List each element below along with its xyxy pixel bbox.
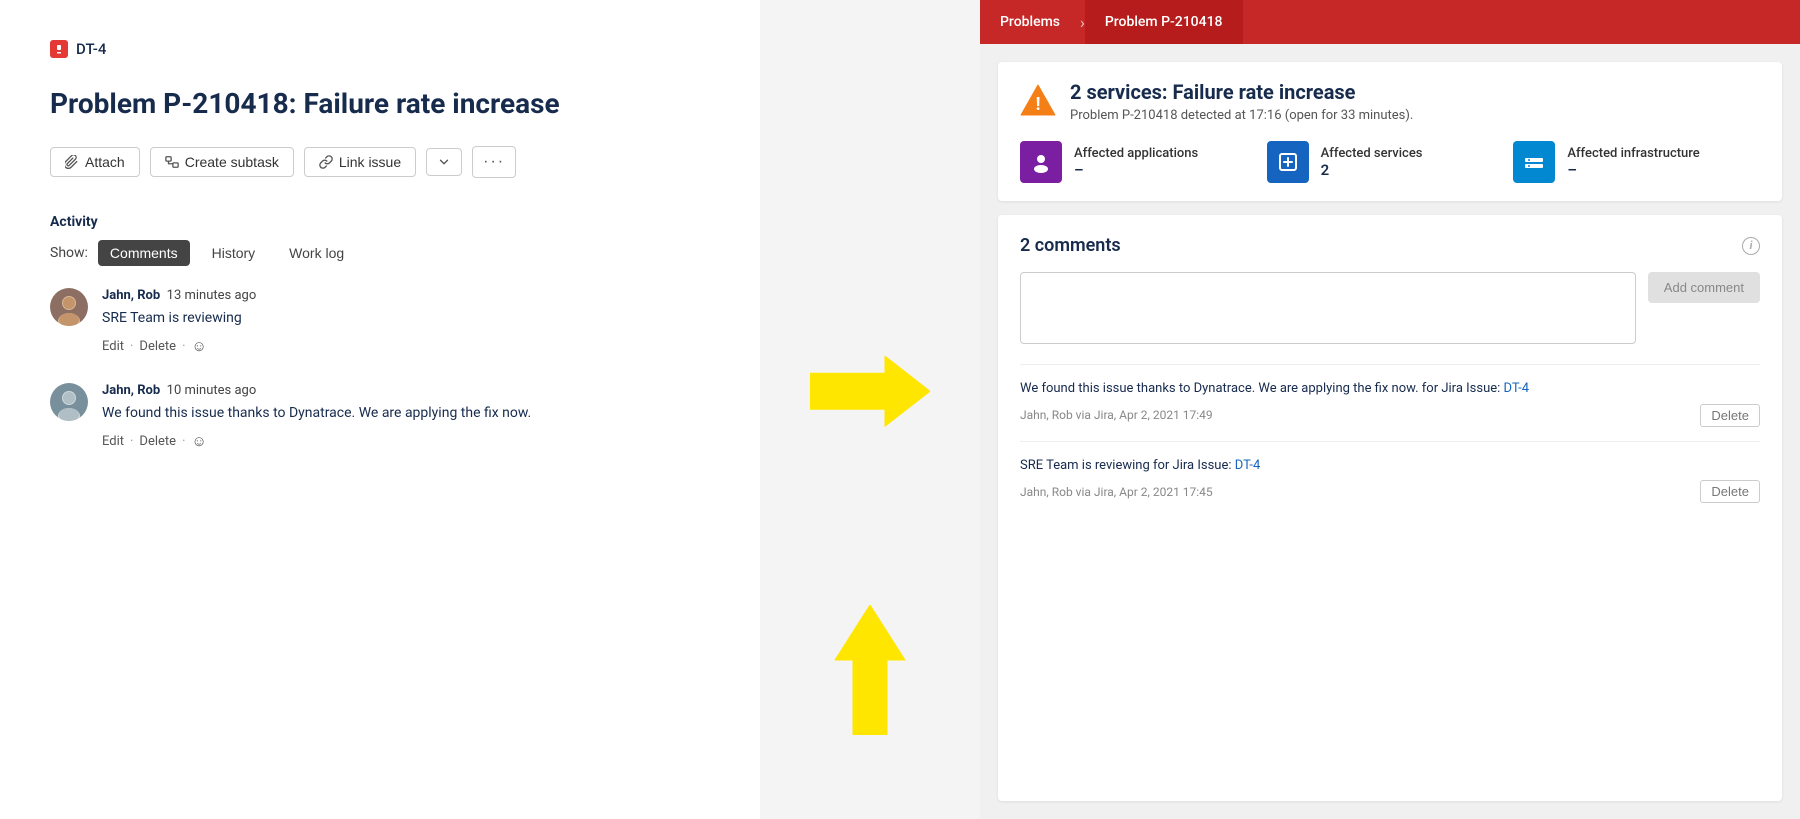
problem-card: ! 2 services: Failure rate increase Prob…: [998, 62, 1782, 201]
comment-text: SRE Team is reviewing: [102, 308, 710, 329]
comment-item: Jahn, Rob 13 minutes ago SRE Team is rev…: [50, 288, 710, 355]
problem-title: 2 services: Failure rate increase: [1070, 80, 1413, 104]
comment-body: Jahn, Rob 13 minutes ago SRE Team is rev…: [102, 288, 710, 355]
comment-text-2: We found this issue thanks to Dynatrace.…: [102, 403, 710, 424]
subtask-icon: [165, 155, 179, 169]
ellipsis-icon: ···: [483, 153, 505, 171]
comment-author-2: Jahn, Rob: [102, 383, 160, 398]
warning-triangle-icon: !: [1020, 82, 1056, 118]
link-icon: [319, 155, 333, 169]
arrow-section: [760, 0, 980, 819]
left-panel: DT-4 Problem P-210418: Failure rate incr…: [0, 0, 760, 819]
delete-link[interactable]: Delete: [139, 339, 176, 354]
dt-comment-link-1[interactable]: DT-4: [1504, 381, 1530, 396]
issue-id-text: DT-4: [76, 40, 106, 58]
edit-link-2[interactable]: Edit: [102, 434, 124, 449]
toolbar: Attach Create subtask Link issue ···: [50, 146, 710, 178]
add-comment-button[interactable]: Add comment: [1648, 272, 1760, 303]
separator-4: ·: [182, 434, 185, 449]
comments-card: 2 comments i Add comment We found this i…: [998, 215, 1782, 801]
infrastructure-value: –: [1567, 161, 1699, 179]
applications-value: –: [1074, 161, 1198, 179]
comment-time-2: 10 minutes ago: [167, 383, 257, 398]
tab-worklog[interactable]: Work log: [277, 240, 356, 266]
comment-item-2: Jahn, Rob 10 minutes ago We found this i…: [50, 383, 710, 450]
impact-infrastructure: Affected infrastructure –: [1513, 141, 1760, 183]
dt-comment-text-1: We found this issue thanks to Dynatrace.…: [1020, 379, 1760, 399]
services-value: 2: [1321, 161, 1423, 179]
comment-input-row: Add comment: [1020, 272, 1760, 344]
tab-comments[interactable]: Comments: [98, 240, 190, 266]
delete-link-2[interactable]: Delete: [139, 434, 176, 449]
dt-comment-meta-row-1: Jahn, Rob via Jira, Apr 2, 2021 17:49 De…: [1020, 404, 1760, 427]
emoji-reaction-button[interactable]: ☺: [191, 337, 206, 355]
activity-label: Activity: [50, 214, 710, 230]
separator2: ·: [182, 339, 185, 354]
activity-section: Activity Show: Comments History Work log…: [50, 214, 710, 450]
attach-icon: [65, 155, 79, 169]
chevron-down-icon: [437, 155, 451, 169]
create-subtask-button[interactable]: Create subtask: [150, 147, 294, 177]
more-actions-dropdown-button[interactable]: [426, 148, 462, 176]
svg-text:!: !: [1036, 94, 1041, 115]
breadcrumb-problems[interactable]: Problems: [980, 0, 1080, 44]
services-label: Affected services: [1321, 146, 1423, 161]
infrastructure-label: Affected infrastructure: [1567, 146, 1699, 161]
infrastructure-icon: [1513, 141, 1555, 183]
overflow-menu-button[interactable]: ···: [472, 146, 516, 178]
issue-id-row: DT-4: [50, 40, 710, 58]
dt-comment-item-1: We found this issue thanks to Dynatrace.…: [1020, 364, 1760, 441]
attach-button[interactable]: Attach: [50, 147, 140, 177]
show-row: Show: Comments History Work log: [50, 240, 710, 266]
services-info: Affected services 2: [1321, 146, 1423, 179]
comment-meta-2: Jahn, Rob 10 minutes ago: [102, 383, 710, 398]
impact-services: Affected services 2: [1267, 141, 1514, 183]
breadcrumb-bar: Problems › Problem P-210418: [980, 0, 1800, 44]
services-icon: [1267, 141, 1309, 183]
dt-comment-meta-1: Jahn, Rob via Jira, Apr 2, 2021 17:49: [1020, 408, 1213, 422]
dt-comment-text-2: SRE Team is reviewing for Jira Issue: DT…: [1020, 456, 1760, 476]
comment-author: Jahn, Rob: [102, 288, 160, 303]
applications-icon: [1020, 141, 1062, 183]
avatar-2: [50, 383, 88, 421]
breadcrumb-problem-id[interactable]: Problem P-210418: [1085, 0, 1243, 44]
infrastructure-info: Affected infrastructure –: [1567, 146, 1699, 179]
arrow-up: [830, 605, 910, 739]
impact-row: Affected applications – Affected service…: [1020, 141, 1760, 183]
comment-actions: Edit · Delete · ☺: [102, 337, 710, 355]
edit-link[interactable]: Edit: [102, 339, 124, 354]
dt-comment-link-2[interactable]: DT-4: [1235, 458, 1261, 473]
dt-comment-meta-row-2: Jahn, Rob via Jira, Apr 2, 2021 17:45 De…: [1020, 480, 1760, 503]
issue-type-icon: [50, 40, 68, 58]
applications-info: Affected applications –: [1074, 146, 1198, 179]
info-icon[interactable]: i: [1742, 237, 1760, 255]
impact-applications: Affected applications –: [1020, 141, 1267, 183]
dt-comment-item-2: SRE Team is reviewing for Jira Issue: DT…: [1020, 441, 1760, 518]
comments-header: 2 comments i: [1020, 235, 1760, 256]
dt-comment-meta-2: Jahn, Rob via Jira, Apr 2, 2021 17:45: [1020, 485, 1213, 499]
comment-meta: Jahn, Rob 13 minutes ago: [102, 288, 710, 303]
comment-textarea[interactable]: [1020, 272, 1636, 344]
separator-3: ·: [130, 434, 133, 449]
arrow-right: [810, 351, 930, 435]
tab-history[interactable]: History: [200, 240, 268, 266]
comment-actions-2: Edit · Delete · ☺: [102, 432, 710, 450]
link-issue-button[interactable]: Link issue: [304, 147, 416, 177]
comment-body-2: Jahn, Rob 10 minutes ago We found this i…: [102, 383, 710, 450]
problem-info: 2 services: Failure rate increase Proble…: [1070, 80, 1413, 123]
page-title: Problem P-210418: Failure rate increase: [50, 86, 710, 122]
dt-delete-button-1[interactable]: Delete: [1700, 404, 1760, 427]
avatar: [50, 288, 88, 326]
applications-label: Affected applications: [1074, 146, 1198, 161]
comments-count: 2 comments: [1020, 235, 1121, 256]
emoji-reaction-button-2[interactable]: ☺: [191, 432, 206, 450]
show-label: Show:: [50, 245, 88, 261]
problem-subtitle: Problem P-210418 detected at 17:16 (open…: [1070, 108, 1413, 123]
problem-header: ! 2 services: Failure rate increase Prob…: [1020, 80, 1760, 123]
dt-delete-button-2[interactable]: Delete: [1700, 480, 1760, 503]
right-panel: Problems › Problem P-210418 ! 2 services…: [980, 0, 1800, 819]
separator: ·: [130, 339, 133, 354]
comment-time: 13 minutes ago: [167, 288, 257, 303]
